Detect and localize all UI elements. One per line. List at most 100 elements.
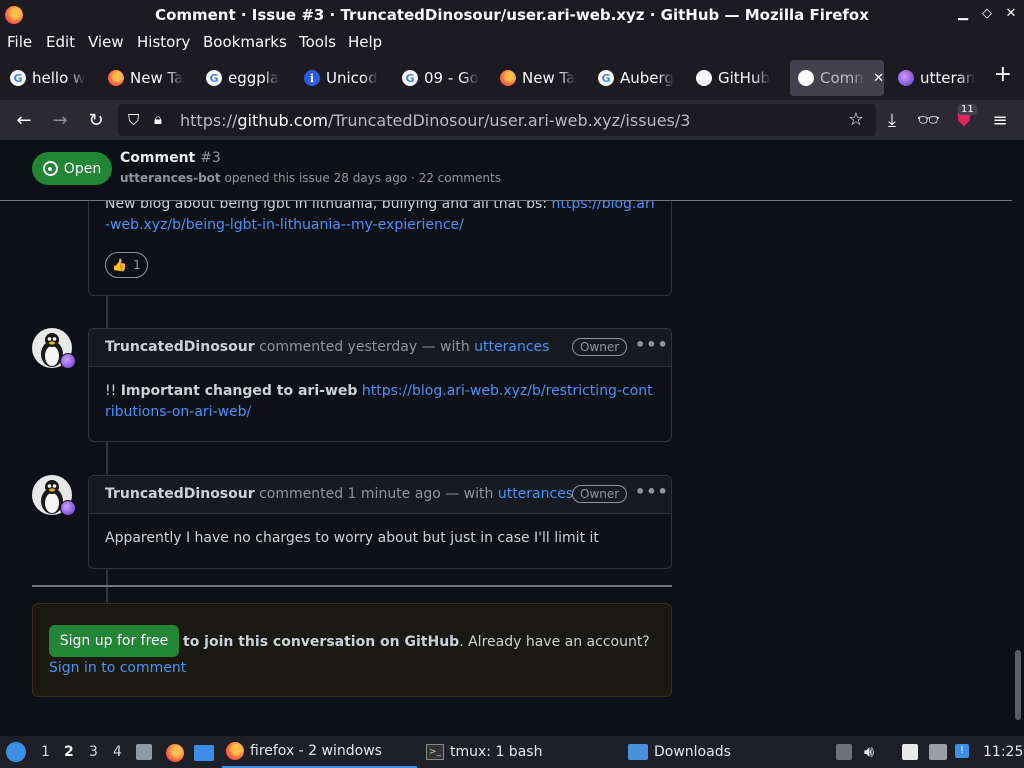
scrollbar-thumb[interactable] [1015, 650, 1021, 720]
comment-body-3: Apparently I have no charges to worry ab… [105, 530, 599, 546]
tab-comment-active[interactable]: Comm ✕ [790, 60, 884, 96]
task-downloads[interactable]: Downloads [628, 736, 818, 768]
sign-in-link[interactable]: Sign in to comment [49, 660, 186, 676]
tab-unicode[interactable]: i Unicod [296, 60, 388, 96]
tab-bar: Ghello w New Ta Geggpla i Unicod G 09 - Go… [0, 56, 1024, 100]
google-icon: G [402, 70, 418, 86]
menu-help[interactable]: Help [348, 33, 382, 51]
folder-icon [628, 744, 648, 760]
forward-button[interactable]: → [48, 108, 72, 132]
comment-box-3: TruncatedDinosour commented 1 minute ago… [88, 475, 672, 569]
menu-tools[interactable]: Tools [299, 33, 336, 51]
volume-icon[interactable]: 🔊︎ [864, 742, 874, 762]
firefox-icon [108, 70, 124, 86]
file-manager-launcher-icon[interactable] [136, 744, 152, 760]
comment-author[interactable]: TruncatedDinosour [105, 486, 255, 502]
network-icon[interactable] [929, 744, 947, 760]
tray-clipboard-icon[interactable] [836, 744, 852, 760]
info-icon: i [304, 70, 320, 86]
utterances-avatar-icon [60, 353, 76, 369]
taskbar: 1 2 3 4 firefox - 2 windows >_ tmux: 1 b… [0, 736, 1024, 768]
tab-github[interactable]: GitHub [688, 60, 784, 96]
firefox-icon [226, 742, 244, 760]
desktop-launcher-icon[interactable] [194, 745, 214, 761]
workspace-3[interactable]: 3 [89, 744, 98, 760]
utterances-link[interactable]: utterances [498, 486, 573, 502]
signup-banner: to join this conversation on GitHub. Alr… [32, 603, 672, 697]
more-options-icon[interactable]: ••• [635, 482, 669, 501]
utterances-icon [898, 70, 914, 86]
page-scrollbar[interactable] [1012, 140, 1024, 736]
issue-state-badge: Open [32, 152, 112, 185]
issue-author[interactable]: utterances-bot [120, 171, 221, 185]
page-content: Open Comment #3 utterances-bot opened th… [0, 140, 1012, 736]
bookmark-star-icon[interactable]: ☆ [848, 109, 864, 130]
tab-eggplant[interactable]: Geggpla [198, 60, 290, 96]
menu-hamburger-icon[interactable]: ≡ [988, 108, 1012, 132]
lock-icon[interactable]: 🔒︎ [154, 110, 162, 128]
maximize-icon[interactable]: ◇ [980, 5, 994, 23]
issue-sticky-header: Open Comment #3 utterances-bot opened th… [0, 140, 1012, 201]
google-icon: G [206, 70, 222, 86]
window-title: Comment · Issue #3 · TruncatedDinosour/u… [155, 6, 869, 24]
github-icon [696, 70, 712, 86]
thumbs-up-icon: 👍 [112, 258, 128, 272]
tab-utterances[interactable]: utteran [890, 60, 980, 96]
menu-bookmarks[interactable]: Bookmarks [203, 33, 287, 51]
firefox-icon [500, 70, 516, 86]
issue-open-icon [42, 161, 58, 176]
comment-header-2: TruncatedDinosour commented yesterday — … [89, 329, 671, 367]
notification-icon[interactable]: ! [955, 744, 969, 758]
comment-body-2: !! Important changed to ari-web https://… [105, 383, 653, 420]
minimize-icon[interactable]: ▁ [956, 5, 970, 23]
downloads-icon[interactable]: ⤓ [880, 108, 904, 132]
github-icon [798, 70, 814, 86]
tab-aubergine[interactable]: G Auberg [590, 60, 682, 96]
menu-view[interactable]: View [88, 33, 124, 51]
menu-edit[interactable]: Edit [46, 33, 75, 51]
url-text[interactable]: https://github.com/TruncatedDinosour/use… [180, 111, 690, 130]
menu-bar: File Edit View History Bookmarks Tools H… [0, 30, 1024, 56]
clock: 11:25 [983, 744, 1024, 760]
google-icon: G [598, 70, 614, 86]
task-firefox[interactable]: firefox - 2 windows [222, 736, 417, 768]
tab-09-go[interactable]: G 09 - Go [394, 60, 486, 96]
workspace-2[interactable]: 2 [64, 744, 74, 760]
terminal-icon: >_ [426, 744, 444, 760]
tab-hello[interactable]: Ghello w [2, 60, 94, 96]
thumbs-up-reaction[interactable]: 👍 1 [105, 252, 148, 278]
start-menu-icon[interactable] [6, 742, 26, 762]
reload-button[interactable]: ↻ [84, 108, 108, 132]
issue-meta: utterances-bot opened this issue 28 days… [120, 171, 501, 185]
utterances-avatar-icon [60, 500, 76, 516]
menu-file[interactable]: File [7, 33, 32, 51]
google-icon: G [10, 70, 26, 86]
more-options-icon[interactable]: ••• [635, 335, 669, 354]
utterances-link[interactable]: utterances [474, 339, 549, 355]
back-button[interactable]: ← [12, 108, 36, 132]
comment-box-2: TruncatedDinosour commented yesterday — … [88, 328, 672, 442]
workspace-4[interactable]: 4 [113, 744, 122, 760]
firefox-launcher-icon[interactable] [166, 744, 184, 762]
tab-new-tab[interactable]: New Ta [100, 60, 192, 96]
owner-badge: Owner [572, 485, 628, 503]
owner-badge: Owner [572, 338, 628, 356]
task-tmux[interactable]: >_ tmux: 1 bash [426, 736, 616, 768]
shield-icon[interactable]: ⛉ [128, 111, 139, 129]
tray-notes-icon[interactable] [902, 744, 918, 760]
sign-up-button[interactable]: Sign up for free [49, 625, 179, 657]
comment-author[interactable]: TruncatedDinosour [105, 339, 255, 355]
tab-new-tab-2[interactable]: New Ta [492, 60, 584, 96]
nav-bar: ← → ↻ ⛉ 🔒︎ https://github.com/TruncatedD… [0, 100, 1024, 140]
extension-badge: 11 [958, 104, 977, 115]
close-tab-icon[interactable]: ✕ [873, 71, 884, 86]
comment-header-3: TruncatedDinosour commented 1 minute ago… [89, 476, 671, 514]
close-icon[interactable]: ✕ [1004, 5, 1018, 23]
menu-history[interactable]: History [137, 33, 190, 51]
extension-glasses-icon[interactable]: 👓︎ [916, 108, 940, 132]
workspace-1[interactable]: 1 [41, 744, 50, 760]
window-titlebar: Comment · Issue #3 · TruncatedDinosour/u… [0, 0, 1024, 30]
new-tab-button[interactable]: + [994, 62, 1012, 87]
url-bar[interactable]: ⛉ 🔒︎ https://github.com/TruncatedDinosou… [118, 104, 876, 136]
timeline-divider [32, 585, 672, 587]
